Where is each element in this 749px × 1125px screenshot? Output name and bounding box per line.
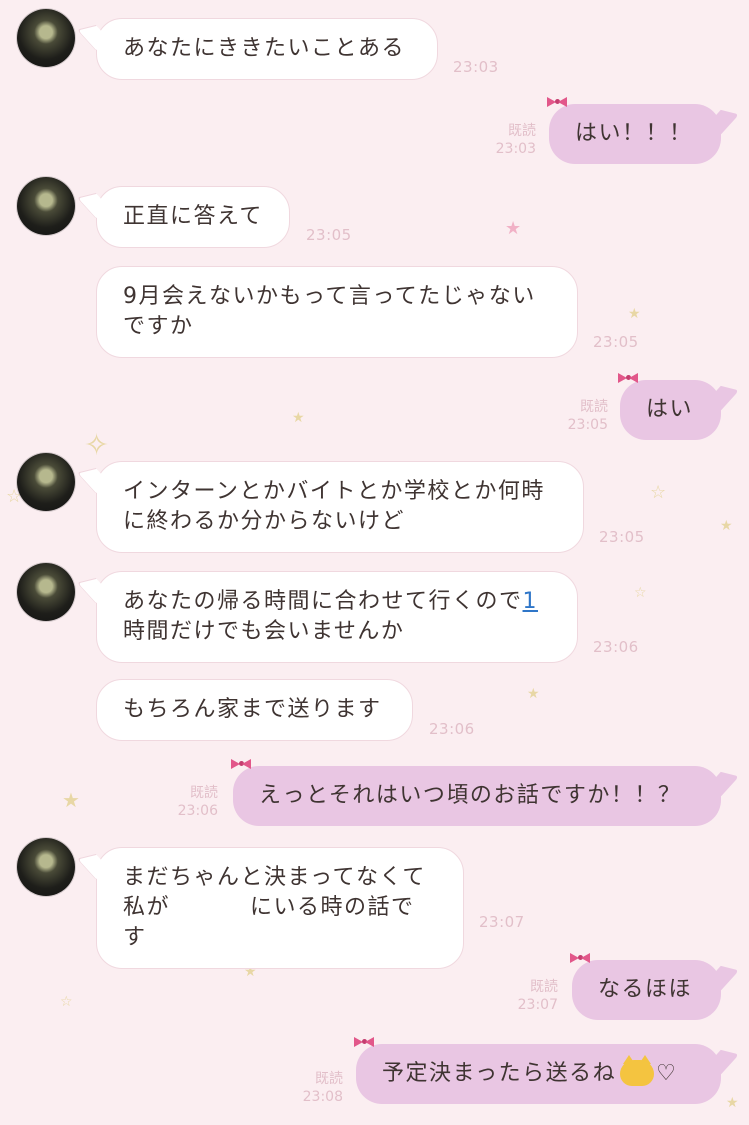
read-label: 既読 [315, 1071, 343, 1087]
message-bubble-outgoing[interactable]: はい [618, 373, 721, 440]
message-bubble-incoming[interactable]: もちろん家まで送ります [96, 679, 413, 741]
read-receipt: 既読 23:08 [283, 1070, 343, 1106]
star-decoration-icon: ★ [628, 306, 641, 322]
message-bubble-outgoing[interactable]: えっとそれはいつ頃のお話ですか！！？ [231, 759, 721, 826]
message-timestamp: 23:05 [593, 333, 639, 351]
message-bubble-incoming[interactable]: 正直に答えて [96, 186, 290, 248]
read-receipt: 既読 23:03 [476, 122, 536, 158]
message-text-line: に終わるか分からないけど [123, 509, 406, 534]
message-text-line: あなたの帰る時間に合わせて行くので1 [123, 587, 551, 617]
message-bubble-incoming[interactable]: インターンとかバイトとか学校とか何時 に終わるか分からないけど [96, 461, 584, 553]
message-text: もちろん家まで送ります [123, 697, 382, 722]
message-bubble-incoming[interactable]: まだちゃんと決まってなくて 私が にいる時の話です [96, 847, 464, 969]
read-label: 既読 [508, 123, 536, 139]
read-receipt: 既読 23:05 [548, 398, 608, 434]
star-decoration-icon: ★ [292, 410, 305, 426]
message-bubble-outgoing[interactable]: はい！！！ [547, 97, 721, 164]
message-text: 予定決まったら送るね [382, 1061, 617, 1086]
message-bubble-incoming[interactable]: あなたにききたいことある [96, 18, 438, 80]
read-receipt: 既読 23:06 [158, 784, 218, 820]
message-text: はい！！！ [575, 121, 693, 146]
star-decoration-icon: ☆ [634, 585, 647, 601]
sparkle-decoration-icon: ✧ [84, 428, 110, 463]
message-timestamp: 23:03 [453, 58, 499, 76]
star-decoration-icon: ☆ [650, 482, 667, 503]
message-timestamp: 23:07 [479, 913, 525, 931]
message-text-line: まだちゃんと決まってなくて [123, 865, 426, 890]
message-text-line: 私が にいる時の話です [123, 893, 437, 953]
message-text: えっとそれはいつ頃のお話ですか！！？ [259, 783, 682, 808]
read-label: 既読 [190, 785, 218, 801]
message-text-line: インターンとかバイトとか学校とか何時 [123, 479, 545, 504]
cat-emoji-icon [620, 1055, 655, 1086]
message-timestamp: 23:06 [429, 720, 475, 738]
message-text: なるほほ [598, 977, 693, 1002]
heart-icon: ♡ [656, 1061, 678, 1086]
message-text-line: 時間だけでも会いませんか [123, 619, 405, 644]
ribbon-bow-icon [354, 1036, 374, 1048]
message-text: 正直に答えて [123, 204, 263, 229]
star-decoration-icon: ★ [527, 686, 540, 702]
message-timestamp: 23:06 [593, 638, 639, 656]
message-timestamp: 23:07 [517, 997, 558, 1013]
star-decoration-icon: ★ [720, 518, 733, 534]
ribbon-bow-icon [231, 758, 251, 770]
message-timestamp: 23:03 [495, 141, 536, 157]
message-bubble-outgoing[interactable]: なるほほ [570, 953, 721, 1020]
message-timestamp: 23:05 [567, 417, 608, 433]
message-bubble-outgoing[interactable]: 予定決まったら送るね ♡ [354, 1037, 721, 1104]
message-text-line: ですか [123, 314, 194, 339]
read-receipt: 既読 23:07 [498, 978, 558, 1014]
message-bubble-incoming[interactable]: 9月会えないかもって言ってたじゃない ですか [96, 266, 578, 358]
message-timestamp: 23:05 [599, 528, 645, 546]
avatar[interactable] [17, 563, 75, 621]
ribbon-bow-icon [618, 372, 638, 384]
message-text-line: 9月会えないかもって言ってたじゃない [123, 284, 536, 309]
message-timestamp: 23:08 [302, 1089, 343, 1105]
star-decoration-icon: ★ [726, 1095, 739, 1111]
avatar[interactable] [17, 9, 75, 67]
star-decoration-icon: ☆ [60, 994, 73, 1010]
ribbon-bow-icon [547, 96, 567, 108]
message-text: 私が [123, 895, 171, 920]
message-text: あなたの帰る時間に合わせて行くので [123, 589, 523, 614]
avatar[interactable] [17, 453, 75, 511]
avatar[interactable] [17, 177, 75, 235]
message-text: あなたにききたいことある [123, 36, 406, 61]
chat-thread: ★ ★ ★ ✧ ☆ ★ ☆ ★ ★ ★ ☆ ★ ☆ あなたにききたいことある 2… [0, 0, 749, 1125]
message-timestamp: 23:06 [177, 803, 218, 819]
star-decoration-icon: ★ [505, 218, 522, 239]
avatar[interactable] [17, 838, 75, 896]
read-label: 既読 [580, 399, 608, 415]
read-label: 既読 [530, 979, 558, 995]
message-text: はい [646, 397, 694, 422]
message-bubble-incoming[interactable]: あなたの帰る時間に合わせて行くので1 時間だけでも会いませんか [96, 571, 578, 663]
phone-number-link[interactable]: 1 [523, 589, 539, 614]
star-decoration-icon: ★ [62, 788, 80, 812]
message-timestamp: 23:05 [306, 226, 352, 244]
ribbon-bow-icon [570, 952, 590, 964]
